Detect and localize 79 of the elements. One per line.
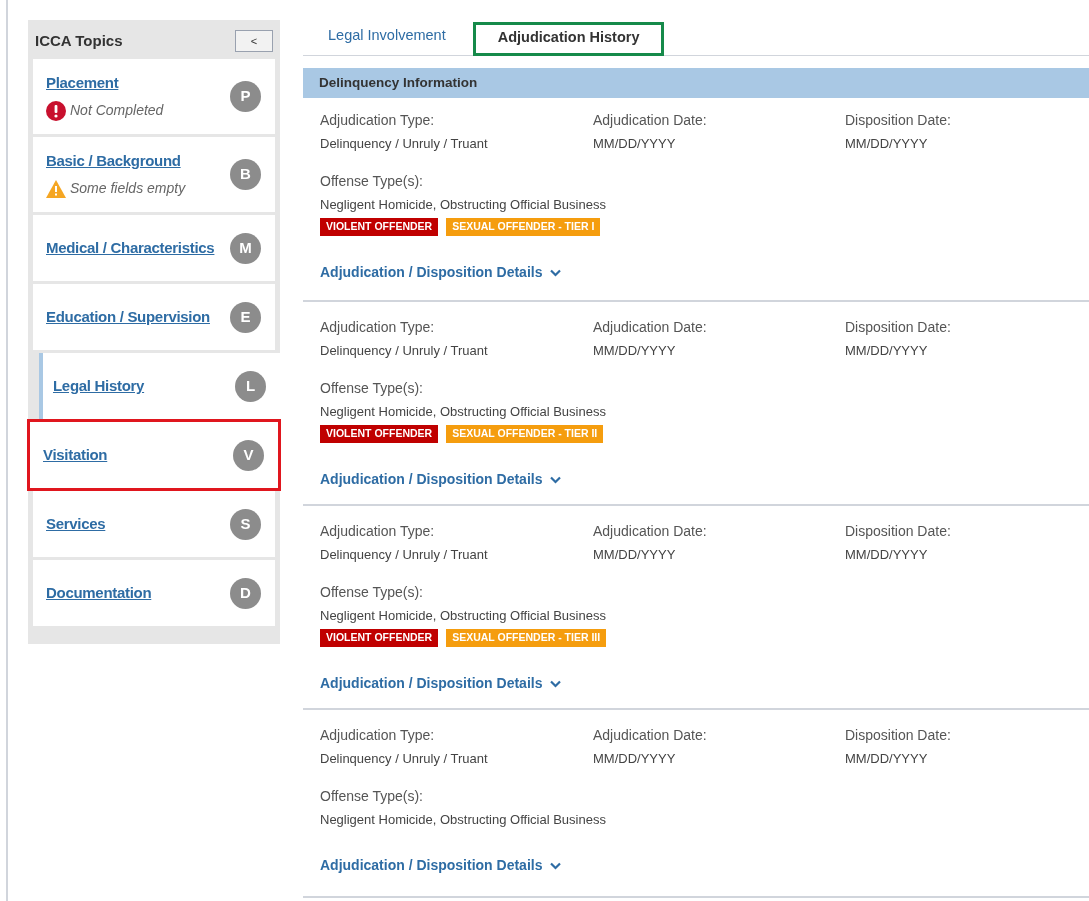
field-label: Adjudication Type:: [320, 726, 436, 745]
field-value: MM/DD/YYYY: [845, 135, 929, 153]
sidebar-title: ICCA Topics: [35, 30, 123, 51]
topic-link[interactable]: Medical / Characteristics: [46, 236, 215, 260]
field-value: Delinquency / Unruly / Truant: [320, 750, 489, 768]
collapse-button[interactable]: <: [235, 30, 273, 52]
field-value: MM/DD/YYYY: [593, 135, 677, 153]
field-label: Adjudication Date:: [593, 726, 708, 745]
field-label: Disposition Date:: [845, 318, 952, 337]
status-text: Not Completed: [70, 101, 164, 121]
chevron-down-icon: [550, 268, 562, 277]
field-label: Offense Type(s):: [320, 582, 424, 602]
sidebar-item[interactable]: Education / Supervision E: [33, 284, 275, 350]
topic-link[interactable]: Legal History: [53, 374, 145, 398]
field-value: MM/DD/YYYY: [845, 750, 929, 768]
warning-icon: [46, 179, 66, 198]
tab[interactable]: Legal Involvement: [315, 21, 459, 55]
field-label: Disposition Date:: [845, 522, 952, 541]
topic-link[interactable]: Education / Supervision: [46, 305, 210, 329]
field-label: Adjudication Type:: [320, 318, 436, 337]
field-label: Disposition Date:: [845, 111, 952, 130]
letter-badge: S: [230, 508, 261, 540]
field-label: Disposition Date:: [845, 726, 952, 745]
topic-link[interactable]: Basic / Background: [46, 149, 186, 173]
letter-badge: E: [230, 301, 261, 333]
letter-badge: M: [230, 232, 261, 264]
letter-badge: B: [230, 159, 261, 190]
tab[interactable]: Adjudication History: [472, 22, 665, 56]
field-label: Offense Type(s):: [320, 378, 424, 398]
sidebar-item[interactable]: Documentation D: [33, 560, 275, 626]
topic-link[interactable]: Documentation: [46, 581, 152, 605]
topic-link[interactable]: Placement: [46, 71, 164, 95]
field-label: Offense Type(s):: [320, 786, 424, 806]
sidebar-item[interactable]: Services S: [33, 491, 275, 557]
field-label: Adjudication Date:: [593, 111, 708, 130]
field-value: MM/DD/YYYY: [593, 342, 677, 360]
field-value: Delinquency / Unruly / Truant: [320, 135, 489, 153]
topic-link[interactable]: Visitation: [43, 443, 108, 467]
sidebar-item[interactable]: Basic / Background Some fields empty B: [33, 137, 275, 212]
field-value: Negligent Homicide, Obstructing Official Business: [320, 606, 607, 625]
field-value: Negligent Homicide, Obstructing Official Business: [320, 810, 607, 829]
field-value: MM/DD/YYYY: [845, 342, 929, 360]
letter-badge: L: [235, 370, 266, 402]
field-value: Delinquency / Unruly / Truant: [320, 342, 489, 360]
letter-badge: V: [233, 439, 264, 471]
error-icon: [46, 100, 66, 121]
offender-tag: VIOLENT OFFENDER: [320, 425, 439, 443]
status-text: Some fields empty: [70, 179, 186, 199]
field-label: Adjudication Type:: [320, 111, 436, 130]
field-value: Delinquency / Unruly / Truant: [320, 546, 489, 564]
field-label: Adjudication Date:: [593, 522, 708, 541]
details-link[interactable]: Adjudication / Disposition Details: [320, 673, 562, 694]
details-link[interactable]: Adjudication / Disposition Details: [320, 469, 562, 490]
topic-link[interactable]: Services: [46, 512, 106, 536]
chevron-down-icon: [550, 679, 562, 688]
section-header: Delinquency Information: [303, 68, 1089, 98]
letter-badge: P: [230, 81, 261, 112]
chevron-down-icon: [550, 861, 562, 870]
field-value: Negligent Homicide, Obstructing Official Business: [320, 402, 607, 421]
details-link[interactable]: Adjudication / Disposition Details: [320, 262, 562, 283]
offender-tag: SEXUAL OFFENDER - TIER III: [446, 629, 607, 647]
sidebar-item[interactable]: Placement Not Completed P: [33, 59, 275, 134]
chevron-down-icon: [550, 475, 562, 484]
offender-tag: VIOLENT OFFENDER: [320, 629, 439, 647]
field-label: Adjudication Type:: [320, 522, 436, 541]
sidebar-item[interactable]: Visitation V: [30, 422, 278, 488]
field-value: Negligent Homicide, Obstructing Official Business: [320, 195, 607, 214]
field-value: MM/DD/YYYY: [593, 546, 677, 564]
offender-tag: SEXUAL OFFENDER - TIER I: [446, 218, 601, 236]
field-value: MM/DD/YYYY: [593, 750, 677, 768]
field-label: Adjudication Date:: [593, 318, 708, 337]
offender-tag: SEXUAL OFFENDER - TIER II: [446, 425, 604, 443]
field-value: MM/DD/YYYY: [845, 546, 929, 564]
field-label: Offense Type(s):: [320, 171, 424, 191]
letter-badge: D: [230, 577, 261, 609]
offender-tag: VIOLENT OFFENDER: [320, 218, 439, 236]
sidebar-item[interactable]: Legal History L: [39, 353, 280, 419]
details-link[interactable]: Adjudication / Disposition Details: [320, 855, 562, 876]
sidebar-item[interactable]: Medical / Characteristics M: [33, 215, 275, 281]
